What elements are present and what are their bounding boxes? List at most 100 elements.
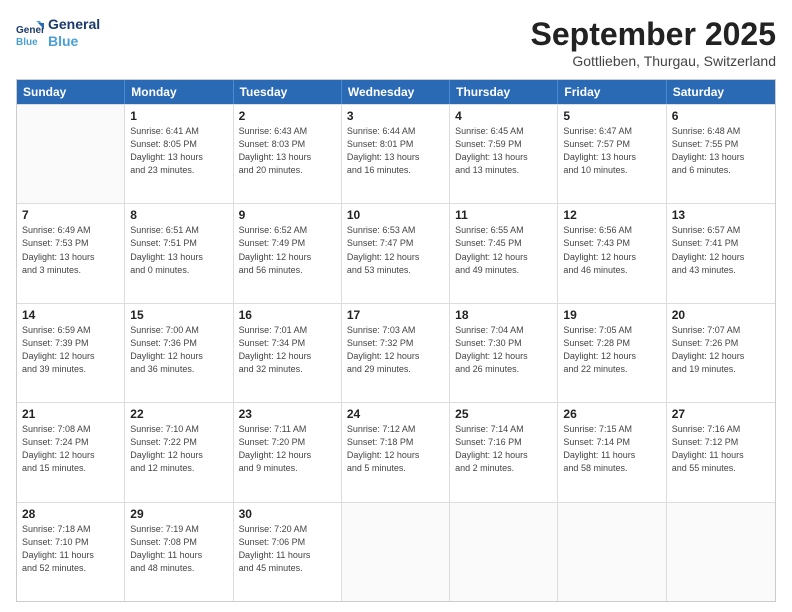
day-number: 1 bbox=[130, 109, 227, 123]
logo-line1: General bbox=[48, 16, 100, 33]
calendar-day-cell: 14 Sunrise: 6:59 AM Sunset: 7:39 PM Dayli… bbox=[17, 304, 125, 402]
day-number: 3 bbox=[347, 109, 444, 123]
calendar-header-cell: Sunday bbox=[17, 80, 125, 104]
svg-text:General: General bbox=[16, 25, 44, 36]
calendar-week-row: 21 Sunrise: 7:08 AM Sunset: 7:24 PM Dayli… bbox=[17, 402, 775, 501]
day-info: Sunrise: 7:07 AM Sunset: 7:26 PM Dayligh… bbox=[672, 324, 770, 376]
day-info: Sunrise: 7:12 AM Sunset: 7:18 PM Dayligh… bbox=[347, 423, 444, 475]
calendar-week-row: 1 Sunrise: 6:41 AM Sunset: 8:05 PM Daylig… bbox=[17, 104, 775, 203]
calendar-day-cell: 23 Sunrise: 7:11 AM Sunset: 7:20 PM Dayli… bbox=[234, 403, 342, 501]
day-info: Sunrise: 7:04 AM Sunset: 7:30 PM Dayligh… bbox=[455, 324, 552, 376]
calendar-day-cell: 15 Sunrise: 7:00 AM Sunset: 7:36 PM Dayli… bbox=[125, 304, 233, 402]
day-number: 18 bbox=[455, 308, 552, 322]
calendar-day-cell bbox=[667, 503, 775, 601]
day-number: 29 bbox=[130, 507, 227, 521]
day-info: Sunrise: 6:49 AM Sunset: 7:53 PM Dayligh… bbox=[22, 224, 119, 276]
day-number: 9 bbox=[239, 208, 336, 222]
day-number: 5 bbox=[563, 109, 660, 123]
day-number: 11 bbox=[455, 208, 552, 222]
calendar-day-cell: 22Sunrise: 7:10 AM Sunset: 7:22 PM Dayli… bbox=[125, 403, 233, 501]
day-number: 21 bbox=[22, 407, 119, 421]
calendar-week-row: 28Sunrise: 7:18 AM Sunset: 7:10 PM Dayli… bbox=[17, 502, 775, 601]
day-number: 7 bbox=[22, 208, 119, 222]
calendar-day-cell: 9 Sunrise: 6:52 AM Sunset: 7:49 PM Daylig… bbox=[234, 204, 342, 302]
calendar-header-cell: Saturday bbox=[667, 80, 775, 104]
calendar-day-cell: 13Sunrise: 6:57 AM Sunset: 7:41 PM Dayli… bbox=[667, 204, 775, 302]
day-number: 15 bbox=[130, 308, 227, 322]
day-number: 23 bbox=[239, 407, 336, 421]
calendar-day-cell: 4 Sunrise: 6:45 AM Sunset: 7:59 PM Daylig… bbox=[450, 105, 558, 203]
day-number: 2 bbox=[239, 109, 336, 123]
day-info: Sunrise: 7:14 AM Sunset: 7:16 PM Dayligh… bbox=[455, 423, 552, 475]
calendar-day-cell bbox=[558, 503, 666, 601]
day-number: 16 bbox=[239, 308, 336, 322]
calendar-day-cell: 17 Sunrise: 7:03 AM Sunset: 7:32 PM Dayli… bbox=[342, 304, 450, 402]
day-number: 26 bbox=[563, 407, 660, 421]
day-number: 4 bbox=[455, 109, 552, 123]
day-info: Sunrise: 7:16 AM Sunset: 7:12 PM Dayligh… bbox=[672, 423, 770, 475]
day-info: Sunrise: 7:01 AM Sunset: 7:34 PM Dayligh… bbox=[239, 324, 336, 376]
day-info: Sunrise: 7:08 AM Sunset: 7:24 PM Dayligh… bbox=[22, 423, 119, 475]
calendar-header-cell: Wednesday bbox=[342, 80, 450, 104]
calendar-day-cell: 12 Sunrise: 6:56 AM Sunset: 7:43 PM Dayli… bbox=[558, 204, 666, 302]
day-number: 30 bbox=[239, 507, 336, 521]
calendar-header: SundayMondayTuesdayWednesdayThursdayFrid… bbox=[17, 80, 775, 104]
day-number: 8 bbox=[130, 208, 227, 222]
subtitle: Gottlieben, Thurgau, Switzerland bbox=[531, 53, 776, 69]
calendar-body: 1 Sunrise: 6:41 AM Sunset: 8:05 PM Daylig… bbox=[17, 104, 775, 601]
day-info: Sunrise: 7:10 AM Sunset: 7:22 PM Dayligh… bbox=[130, 423, 227, 475]
svg-text:Blue: Blue bbox=[16, 37, 38, 47]
calendar-header-cell: Thursday bbox=[450, 80, 558, 104]
calendar-day-cell: 11 Sunrise: 6:55 AM Sunset: 7:45 PM Dayli… bbox=[450, 204, 558, 302]
calendar-day-cell: 19 Sunrise: 7:05 AM Sunset: 7:28 PM Dayli… bbox=[558, 304, 666, 402]
day-number: 25 bbox=[455, 407, 552, 421]
day-number: 14 bbox=[22, 308, 119, 322]
calendar-week-row: 7 Sunrise: 6:49 AM Sunset: 7:53 PM Daylig… bbox=[17, 203, 775, 302]
day-number: 17 bbox=[347, 308, 444, 322]
day-info: Sunrise: 7:05 AM Sunset: 7:28 PM Dayligh… bbox=[563, 324, 660, 376]
day-number: 10 bbox=[347, 208, 444, 222]
calendar-day-cell bbox=[17, 105, 125, 203]
day-info: Sunrise: 6:55 AM Sunset: 7:45 PM Dayligh… bbox=[455, 224, 552, 276]
calendar-day-cell: 16 Sunrise: 7:01 AM Sunset: 7:34 PM Dayli… bbox=[234, 304, 342, 402]
day-info: Sunrise: 6:56 AM Sunset: 7:43 PM Dayligh… bbox=[563, 224, 660, 276]
calendar-day-cell: 30 Sunrise: 7:20 AM Sunset: 7:06 PM Dayli… bbox=[234, 503, 342, 601]
day-info: Sunrise: 6:51 AM Sunset: 7:51 PM Dayligh… bbox=[130, 224, 227, 276]
day-number: 13 bbox=[672, 208, 770, 222]
day-info: Sunrise: 7:11 AM Sunset: 7:20 PM Dayligh… bbox=[239, 423, 336, 475]
day-info: Sunrise: 7:03 AM Sunset: 7:32 PM Dayligh… bbox=[347, 324, 444, 376]
day-info: Sunrise: 6:45 AM Sunset: 7:59 PM Dayligh… bbox=[455, 125, 552, 177]
day-info: Sunrise: 6:44 AM Sunset: 8:01 PM Dayligh… bbox=[347, 125, 444, 177]
logo: General Blue General Blue bbox=[16, 16, 100, 50]
day-info: Sunrise: 7:20 AM Sunset: 7:06 PM Dayligh… bbox=[239, 523, 336, 575]
day-number: 12 bbox=[563, 208, 660, 222]
calendar-day-cell: 18 Sunrise: 7:04 AM Sunset: 7:30 PM Dayli… bbox=[450, 304, 558, 402]
calendar-header-cell: Friday bbox=[558, 80, 666, 104]
day-info: Sunrise: 6:41 AM Sunset: 8:05 PM Dayligh… bbox=[130, 125, 227, 177]
day-info: Sunrise: 7:00 AM Sunset: 7:36 PM Dayligh… bbox=[130, 324, 227, 376]
day-info: Sunrise: 7:19 AM Sunset: 7:08 PM Dayligh… bbox=[130, 523, 227, 575]
calendar-day-cell: 8 Sunrise: 6:51 AM Sunset: 7:51 PM Daylig… bbox=[125, 204, 233, 302]
title-block: September 2025 Gottlieben, Thurgau, Swit… bbox=[531, 16, 776, 69]
calendar-day-cell: 24 Sunrise: 7:12 AM Sunset: 7:18 PM Dayli… bbox=[342, 403, 450, 501]
day-number: 19 bbox=[563, 308, 660, 322]
calendar-day-cell: 7 Sunrise: 6:49 AM Sunset: 7:53 PM Daylig… bbox=[17, 204, 125, 302]
calendar-day-cell bbox=[342, 503, 450, 601]
day-info: Sunrise: 6:52 AM Sunset: 7:49 PM Dayligh… bbox=[239, 224, 336, 276]
calendar-day-cell: 2Sunrise: 6:43 AM Sunset: 8:03 PM Daylig… bbox=[234, 105, 342, 203]
calendar-header-cell: Monday bbox=[125, 80, 233, 104]
calendar-day-cell: 29 Sunrise: 7:19 AM Sunset: 7:08 PM Dayli… bbox=[125, 503, 233, 601]
calendar-day-cell: 20Sunrise: 7:07 AM Sunset: 7:26 PM Dayli… bbox=[667, 304, 775, 402]
day-info: Sunrise: 6:59 AM Sunset: 7:39 PM Dayligh… bbox=[22, 324, 119, 376]
calendar-week-row: 14 Sunrise: 6:59 AM Sunset: 7:39 PM Dayli… bbox=[17, 303, 775, 402]
day-number: 6 bbox=[672, 109, 770, 123]
day-info: Sunrise: 6:53 AM Sunset: 7:47 PM Dayligh… bbox=[347, 224, 444, 276]
day-number: 24 bbox=[347, 407, 444, 421]
calendar-day-cell: 3 Sunrise: 6:44 AM Sunset: 8:01 PM Daylig… bbox=[342, 105, 450, 203]
calendar-day-cell: 27Sunrise: 7:16 AM Sunset: 7:12 PM Dayli… bbox=[667, 403, 775, 501]
month-title: September 2025 bbox=[531, 16, 776, 53]
calendar-day-cell bbox=[450, 503, 558, 601]
calendar-day-cell: 10 Sunrise: 6:53 AM Sunset: 7:47 PM Dayli… bbox=[342, 204, 450, 302]
calendar-day-cell: 25 Sunrise: 7:14 AM Sunset: 7:16 PM Dayli… bbox=[450, 403, 558, 501]
logo-line2: Blue bbox=[48, 33, 100, 50]
